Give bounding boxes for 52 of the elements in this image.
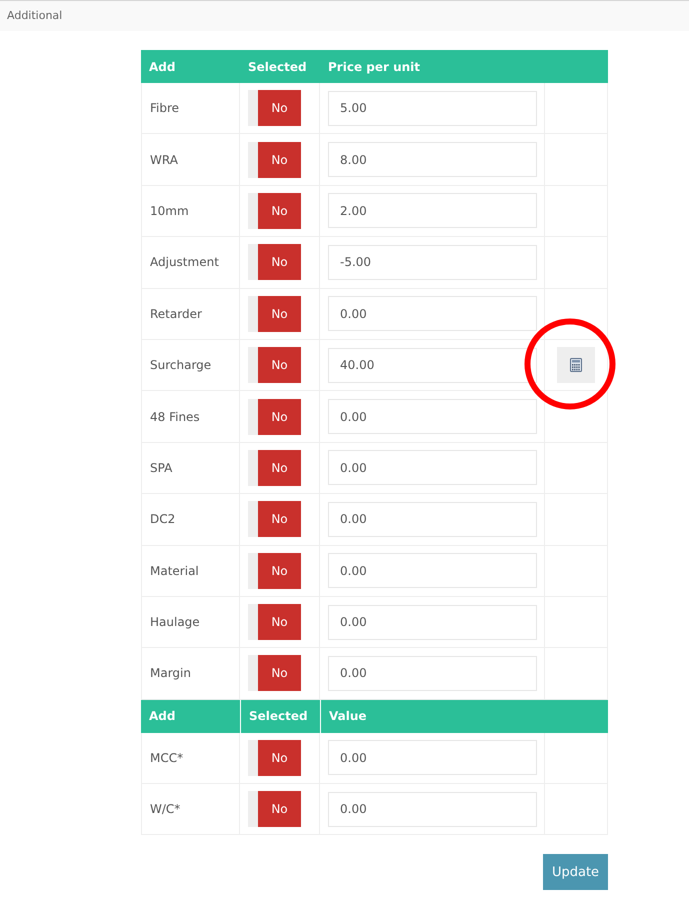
section-title: Additional: [7, 9, 62, 22]
row-label: 48 Fines: [150, 408, 200, 426]
row-label: Adjustment: [150, 254, 219, 272]
row-label: MCC*: [150, 750, 184, 767]
row-label: W/C*: [150, 801, 180, 818]
toggle-switch[interactable]: No: [248, 142, 301, 178]
row-label: WRA: [150, 152, 178, 169]
toggle-switch[interactable]: No: [248, 450, 301, 486]
column-header: Add: [149, 708, 176, 726]
price-input[interactable]: 2.00: [328, 193, 537, 228]
price-input[interactable]: 0.00: [328, 502, 537, 537]
row-label: Haulage: [150, 614, 200, 632]
price-input[interactable]: 40.00: [328, 348, 537, 383]
price-input[interactable]: 0.00: [328, 792, 537, 827]
price-input[interactable]: 0.00: [328, 450, 537, 486]
calculator-button[interactable]: [557, 347, 595, 384]
row-label: Material: [150, 562, 199, 580]
price-input[interactable]: 0.00: [328, 296, 537, 332]
toggle-switch[interactable]: No: [248, 90, 301, 126]
toggle-switch[interactable]: No: [248, 347, 301, 384]
toggle-switch[interactable]: No: [248, 552, 301, 589]
row-label: Retarder: [150, 306, 202, 323]
toggle-switch[interactable]: No: [248, 244, 301, 280]
row-label: Fibre: [150, 100, 180, 118]
column-header: Selected: [248, 58, 307, 76]
price-input[interactable]: 5.00: [328, 90, 537, 126]
column-header: Add: [149, 58, 176, 76]
calculator-icon: [570, 358, 582, 372]
toggle-switch[interactable]: No: [248, 791, 301, 828]
toggle-switch[interactable]: No: [248, 604, 301, 640]
column-header: Value: [329, 708, 367, 726]
column-header: Price per unit: [328, 58, 420, 76]
row-label: Surcharge: [150, 357, 212, 374]
price-input[interactable]: 0.00: [328, 604, 537, 640]
toggle-switch[interactable]: No: [248, 192, 301, 229]
row-label: 10mm: [150, 202, 189, 220]
row-label: SPA: [150, 460, 172, 477]
toggle-switch[interactable]: No: [248, 740, 301, 776]
toggle-switch[interactable]: No: [248, 655, 301, 692]
row-label: Margin: [150, 665, 191, 682]
price-input[interactable]: 0.00: [328, 553, 537, 588]
price-input[interactable]: 0.00: [328, 740, 537, 776]
toggle-switch[interactable]: No: [248, 296, 301, 332]
toggle-switch[interactable]: No: [248, 398, 301, 435]
price-input[interactable]: 0.00: [328, 656, 537, 691]
update-button[interactable]: Update: [543, 854, 608, 890]
column-header: Selected: [249, 708, 308, 726]
price-input[interactable]: 0.00: [328, 399, 537, 434]
toggle-switch[interactable]: No: [248, 501, 301, 538]
price-input[interactable]: -5.00: [328, 244, 537, 280]
row-label: DC2: [150, 511, 176, 528]
price-input[interactable]: 8.00: [328, 142, 537, 178]
